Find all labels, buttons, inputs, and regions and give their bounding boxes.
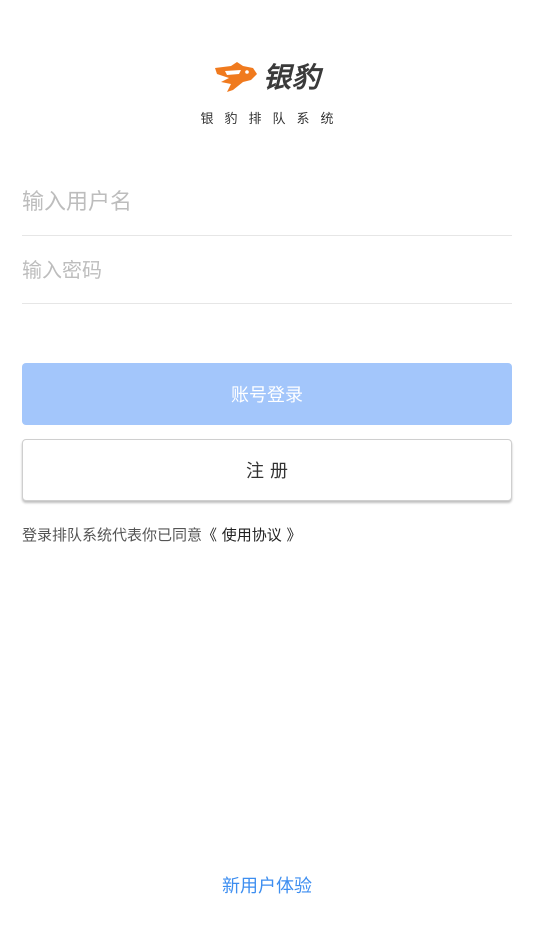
agreement-notice: 登录排队系统代表你已同意《 使用协议 》	[22, 524, 302, 545]
login-button[interactable]: 账号登录	[22, 363, 512, 425]
new-user-trial-link[interactable]: 新用户体验	[0, 872, 534, 898]
username-field-wrapper	[22, 172, 512, 236]
username-input[interactable]	[22, 172, 512, 232]
password-field-wrapper	[22, 240, 512, 304]
usage-agreement-link[interactable]: 《 使用协议 》	[202, 526, 302, 544]
password-input[interactable]	[22, 240, 512, 300]
brand-subtitle: 银豹排队系统	[200, 112, 345, 127]
brand-logo: 银豹	[0, 60, 534, 96]
register-button[interactable]: 注册	[22, 439, 512, 501]
agreement-prefix-text: 登录排队系统代表你已同意	[22, 526, 203, 544]
brand-name: 银豹	[262, 61, 321, 94]
leopard-head-icon	[214, 62, 257, 92]
